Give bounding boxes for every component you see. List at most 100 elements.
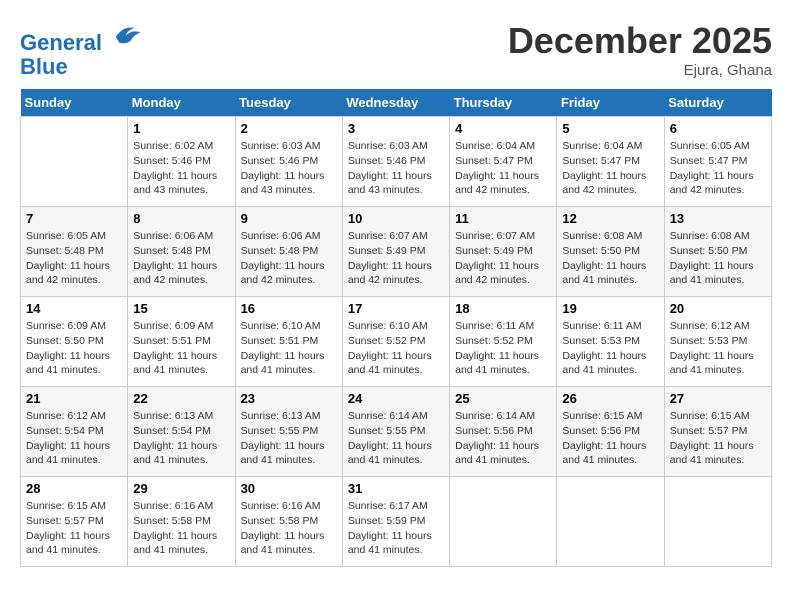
day-cell: 15 Sunrise: 6:09 AM Sunset: 5:51 PM Dayli… [128,297,235,387]
header-cell-tuesday: Tuesday [235,89,342,117]
logo: General Blue [20,20,142,79]
day-number: 2 [241,121,337,136]
calendar-table: SundayMondayTuesdayWednesdayThursdayFrid… [20,89,772,567]
day-cell: 26Sunrise: 6:15 AM Sunset: 5:56 PM Dayli… [557,387,664,477]
header-cell-friday: Friday [557,89,664,117]
day-cell: 17 Sunrise: 6:10 AM Sunset: 5:52 PM Dayli… [342,297,449,387]
day-info: Sunrise: 6:05 AM Sunset: 5:48 PM Dayligh… [26,229,122,288]
day-info: Sunrise: 6:11 AM Sunset: 5:52 PM Dayligh… [455,319,551,378]
day-number: 1 [133,121,229,136]
day-number: 22 [133,391,229,406]
day-cell: 16 Sunrise: 6:10 AM Sunset: 5:51 PM Dayli… [235,297,342,387]
day-info: Sunrise: 6:04 AM Sunset: 5:47 PM Dayligh… [562,139,658,198]
day-cell: 13 Sunrise: 6:08 AM Sunset: 5:50 PM Dayli… [664,207,771,297]
day-number: 14 [26,301,122,316]
day-cell: 14 Sunrise: 6:09 AM Sunset: 5:50 PM Dayli… [21,297,128,387]
day-cell: 4 Sunrise: 6:04 AM Sunset: 5:47 PM Daylig… [450,117,557,207]
day-number: 25 [455,391,551,406]
week-row-2: 14 Sunrise: 6:09 AM Sunset: 5:50 PM Dayli… [21,297,772,387]
header-cell-monday: Monday [128,89,235,117]
day-cell [557,477,664,567]
day-info: Sunrise: 6:10 AM Sunset: 5:52 PM Dayligh… [348,319,444,378]
day-cell: 2 Sunrise: 6:03 AM Sunset: 5:46 PM Daylig… [235,117,342,207]
day-number: 27 [670,391,766,406]
day-number: 11 [455,211,551,226]
day-info: Sunrise: 6:06 AM Sunset: 5:48 PM Dayligh… [241,229,337,288]
day-number: 10 [348,211,444,226]
day-number: 5 [562,121,658,136]
day-cell [21,117,128,207]
day-number: 16 [241,301,337,316]
day-cell: 20 Sunrise: 6:12 AM Sunset: 5:53 PM Dayli… [664,297,771,387]
day-cell: 30 Sunrise: 6:16 AM Sunset: 5:58 PM Dayli… [235,477,342,567]
day-info: Sunrise: 6:07 AM Sunset: 5:49 PM Dayligh… [348,229,444,288]
header-cell-sunday: Sunday [21,89,128,117]
day-info: Sunrise: 6:15 AM Sunset: 5:57 PM Dayligh… [670,409,766,468]
day-info: Sunrise: 6:15 AM Sunset: 5:57 PM Dayligh… [26,499,122,558]
week-row-1: 7 Sunrise: 6:05 AM Sunset: 5:48 PM Daylig… [21,207,772,297]
day-cell: 8 Sunrise: 6:06 AM Sunset: 5:48 PM Daylig… [128,207,235,297]
day-number: 6 [670,121,766,136]
header-cell-wednesday: Wednesday [342,89,449,117]
day-info: Sunrise: 6:05 AM Sunset: 5:47 PM Dayligh… [670,139,766,198]
header-row: SundayMondayTuesdayWednesdayThursdayFrid… [21,89,772,117]
day-cell: 27 Sunrise: 6:15 AM Sunset: 5:57 PM Dayli… [664,387,771,477]
day-info: Sunrise: 6:14 AM Sunset: 5:56 PM Dayligh… [455,409,551,468]
day-info: Sunrise: 6:03 AM Sunset: 5:46 PM Dayligh… [241,139,337,198]
day-cell: 24 Sunrise: 6:14 AM Sunset: 5:55 PM Dayli… [342,387,449,477]
day-number: 19 [562,301,658,316]
day-info: Sunrise: 6:14 AM Sunset: 5:55 PM Dayligh… [348,409,444,468]
day-info: Sunrise: 6:09 AM Sunset: 5:50 PM Dayligh… [26,319,122,378]
day-info: Sunrise: 6:08 AM Sunset: 5:50 PM Dayligh… [562,229,658,288]
week-row-0: 1Sunrise: 6:02 AM Sunset: 5:46 PM Daylig… [21,117,772,207]
day-number: 29 [133,481,229,496]
day-number: 3 [348,121,444,136]
day-cell: 25 Sunrise: 6:14 AM Sunset: 5:56 PM Dayli… [450,387,557,477]
day-number: 20 [670,301,766,316]
day-info: Sunrise: 6:11 AM Sunset: 5:53 PM Dayligh… [562,319,658,378]
day-info: Sunrise: 6:07 AM Sunset: 5:49 PM Dayligh… [455,229,551,288]
day-cell: 29 Sunrise: 6:16 AM Sunset: 5:58 PM Dayli… [128,477,235,567]
day-cell [450,477,557,567]
day-info: Sunrise: 6:16 AM Sunset: 5:58 PM Dayligh… [133,499,229,558]
day-number: 15 [133,301,229,316]
day-cell: 9 Sunrise: 6:06 AM Sunset: 5:48 PM Daylig… [235,207,342,297]
day-info: Sunrise: 6:04 AM Sunset: 5:47 PM Dayligh… [455,139,551,198]
day-number: 8 [133,211,229,226]
day-cell: 22 Sunrise: 6:13 AM Sunset: 5:54 PM Dayli… [128,387,235,477]
day-number: 7 [26,211,122,226]
calendar-header: SundayMondayTuesdayWednesdayThursdayFrid… [21,89,772,117]
day-info: Sunrise: 6:03 AM Sunset: 5:46 PM Dayligh… [348,139,444,198]
day-cell: 28Sunrise: 6:15 AM Sunset: 5:57 PM Dayli… [21,477,128,567]
day-cell: 5 Sunrise: 6:04 AM Sunset: 5:47 PM Daylig… [557,117,664,207]
day-cell: 23Sunrise: 6:13 AM Sunset: 5:55 PM Dayli… [235,387,342,477]
day-cell: 21Sunrise: 6:12 AM Sunset: 5:54 PM Dayli… [21,387,128,477]
day-cell: 10 Sunrise: 6:07 AM Sunset: 5:49 PM Dayli… [342,207,449,297]
day-number: 30 [241,481,337,496]
day-info: Sunrise: 6:12 AM Sunset: 5:53 PM Dayligh… [670,319,766,378]
day-cell: 12Sunrise: 6:08 AM Sunset: 5:50 PM Dayli… [557,207,664,297]
day-info: Sunrise: 6:10 AM Sunset: 5:51 PM Dayligh… [241,319,337,378]
day-number: 4 [455,121,551,136]
day-info: Sunrise: 6:13 AM Sunset: 5:54 PM Dayligh… [133,409,229,468]
week-row-3: 21Sunrise: 6:12 AM Sunset: 5:54 PM Dayli… [21,387,772,477]
day-info: Sunrise: 6:15 AM Sunset: 5:56 PM Dayligh… [562,409,658,468]
day-info: Sunrise: 6:13 AM Sunset: 5:55 PM Dayligh… [241,409,337,468]
day-info: Sunrise: 6:16 AM Sunset: 5:58 PM Dayligh… [241,499,337,558]
day-cell: 19 Sunrise: 6:11 AM Sunset: 5:53 PM Dayli… [557,297,664,387]
day-cell: 31Sunrise: 6:17 AM Sunset: 5:59 PM Dayli… [342,477,449,567]
week-row-4: 28Sunrise: 6:15 AM Sunset: 5:57 PM Dayli… [21,477,772,567]
day-info: Sunrise: 6:06 AM Sunset: 5:48 PM Dayligh… [133,229,229,288]
day-info: Sunrise: 6:09 AM Sunset: 5:51 PM Dayligh… [133,319,229,378]
logo-text: General Blue [20,20,142,79]
day-number: 24 [348,391,444,406]
day-number: 9 [241,211,337,226]
month-title: December 2025 [508,20,772,62]
page-header: General Blue December 2025 Ejura, Ghana [20,20,772,79]
header-cell-thursday: Thursday [450,89,557,117]
day-number: 17 [348,301,444,316]
day-number: 13 [670,211,766,226]
day-cell: 7 Sunrise: 6:05 AM Sunset: 5:48 PM Daylig… [21,207,128,297]
calendar-body: 1Sunrise: 6:02 AM Sunset: 5:46 PM Daylig… [21,117,772,567]
day-info: Sunrise: 6:08 AM Sunset: 5:50 PM Dayligh… [670,229,766,288]
